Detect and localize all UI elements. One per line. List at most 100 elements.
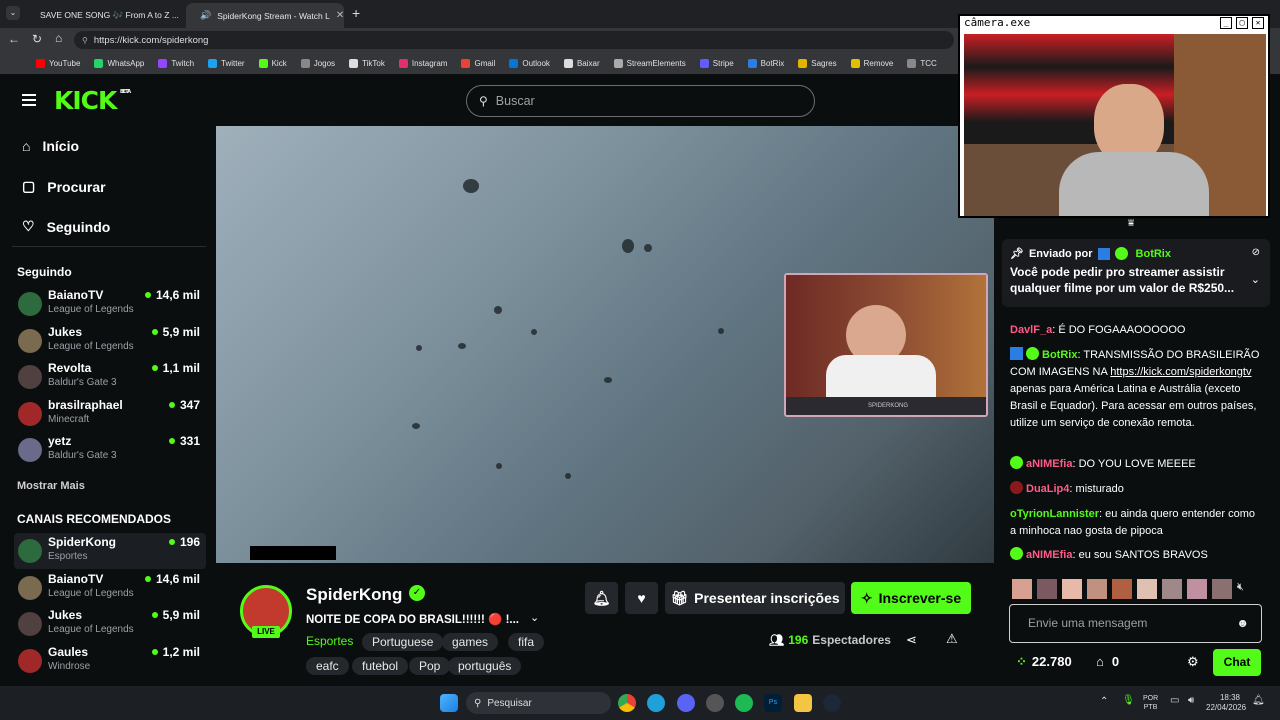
windows-start-icon[interactable]: [440, 694, 458, 712]
chat-username[interactable]: BotRix: [1042, 349, 1077, 361]
channel-name[interactable]: SpiderKong: [306, 585, 402, 605]
channel-item-brasilraphael[interactable]: brasilraphael Minecraft 347: [14, 396, 206, 432]
new-tab-button[interactable]: +: [352, 5, 360, 21]
follow-button[interactable]: ♥: [625, 582, 658, 614]
bookmark-stripe[interactable]: Stripe: [699, 58, 734, 68]
photoshop-icon[interactable]: Ps: [764, 694, 782, 712]
bookmark-streamelements[interactable]: StreamElements: [613, 58, 686, 68]
nav-inicio[interactable]: ⌂ Início: [22, 138, 79, 154]
unpin-icon[interactable]: ⊘: [1252, 247, 1260, 258]
file-explorer-icon[interactable]: [794, 694, 812, 712]
spotify-icon[interactable]: [735, 694, 753, 712]
bookmark-outlook[interactable]: Outlook: [509, 58, 550, 68]
tab-youtube[interactable]: SAVE ONE SONG 🎶 From A to Z ... ✕: [26, 3, 184, 28]
channel-item-jukes[interactable]: Jukes League of Legends 5,9 mil: [14, 606, 206, 642]
url-field[interactable]: ⚲ https://kick.com/spiderkong: [74, 31, 954, 49]
tag-1[interactable]: games: [442, 633, 499, 651]
chat-collapse-icon[interactable]: ⩸: [1128, 218, 1134, 229]
mute-icon[interactable]: 🔇︎: [1237, 579, 1253, 599]
mic-icon[interactable]: 🎙︎: [1122, 695, 1135, 706]
maximize-icon[interactable]: ▢: [1236, 17, 1248, 29]
bookmark-whatsapp[interactable]: WhatsApp: [94, 58, 144, 68]
chat-button[interactable]: Chat: [1213, 649, 1261, 676]
tab-kick[interactable]: 🔊 SpiderKong Stream - Watch L ✕: [186, 3, 344, 28]
bookmark-twitter[interactable]: Twitter: [208, 58, 245, 68]
steam-helper-icon[interactable]: [706, 694, 724, 712]
reload-icon[interactable]: ↻: [32, 32, 42, 46]
gift-subs-button[interactable]: 🎁︎ Presentear inscrições: [665, 582, 845, 614]
tag-0[interactable]: Portuguese: [362, 633, 444, 651]
pinned-message[interactable]: 📌︎ Enviado por BotRix Você pode pedir pr…: [1002, 239, 1270, 307]
steam-icon[interactable]: [823, 694, 841, 712]
chat-input[interactable]: Envie uma mensagem ☻: [1009, 604, 1262, 643]
notifications-icon[interactable]: 🔔︎: [1252, 695, 1265, 706]
camera-window[interactable]: câmera.exe _ ▢ ✕: [958, 14, 1270, 218]
discord-icon[interactable]: [677, 694, 695, 712]
bookmark-tiktok[interactable]: TikTok: [349, 58, 385, 68]
bag-display[interactable]: ⌂ 0: [1096, 653, 1119, 670]
nav-procurar[interactable]: ▢ Procurar: [22, 178, 106, 195]
tag-2[interactable]: fifa: [508, 633, 545, 651]
chat-username[interactable]: DuaLip4: [1026, 483, 1069, 495]
chat-link[interactable]: https://kick.com/spiderkongtv: [1110, 366, 1251, 378]
chat-username[interactable]: aNIMEfia: [1026, 458, 1072, 470]
channel-item-yetz[interactable]: yetz Baldur's Gate 3 331: [14, 432, 206, 468]
bookmark-kick[interactable]: Kick: [258, 58, 287, 68]
menu-icon[interactable]: [22, 94, 36, 106]
bookmark-baixar[interactable]: Baixar: [563, 58, 600, 68]
gear-icon[interactable]: ⚙: [1187, 653, 1199, 670]
bookmark-remove[interactable]: Remove: [850, 58, 893, 68]
tag-3[interactable]: eafc: [306, 657, 349, 675]
back-icon[interactable]: ←: [8, 32, 20, 46]
nav-seguindo[interactable]: ♡ Seguindo: [22, 218, 110, 235]
expand-title-icon[interactable]: ⌄: [530, 611, 539, 624]
minimize-icon[interactable]: _: [1220, 17, 1232, 29]
channel-item-spiderkong[interactable]: SpiderKong Esportes 196: [14, 533, 206, 569]
language-indicator[interactable]: POR PTB: [1143, 694, 1158, 712]
bookmark-instagram[interactable]: Instagram: [398, 58, 447, 68]
volume-icon[interactable]: 🔊︎: [1188, 695, 1194, 706]
channel-item-revolta[interactable]: Revolta Baldur's Gate 3 1,1 mil: [14, 359, 206, 395]
category-link[interactable]: Esportes: [306, 634, 353, 648]
clock[interactable]: 18:38 22/04/2026: [1206, 693, 1246, 713]
share-icon[interactable]: ⋖: [906, 632, 917, 648]
tag-4[interactable]: futebol: [352, 657, 409, 675]
live-dot-icon: [151, 328, 158, 335]
emoji-icon[interactable]: ☻: [1236, 615, 1249, 632]
channel-item-baianotv[interactable]: BaianoTV League of Legends 14,6 mil: [14, 570, 206, 606]
network-icon[interactable]: ▭: [1170, 695, 1179, 706]
bookmark-jogos[interactable]: Jogos: [300, 58, 335, 68]
taskbar-search[interactable]: ⚲ Pesquisar: [466, 692, 611, 714]
bookmark-twitch[interactable]: Twitch: [158, 58, 194, 68]
tag-5[interactable]: Pop: [409, 657, 451, 675]
notification-button[interactable]: 🔔︎: [585, 582, 618, 614]
bookmark-tcc[interactable]: TCC: [907, 58, 937, 68]
chevron-down-icon[interactable]: ⌄: [1251, 273, 1260, 286]
chat-username[interactable]: aNIMEfia: [1026, 549, 1072, 561]
close-icon[interactable]: ✕: [1252, 17, 1264, 29]
bookmark-botrix[interactable]: BotRix: [747, 58, 784, 68]
tray-chevron-icon[interactable]: ⌃: [1100, 696, 1108, 707]
channel-item-jukes[interactable]: Jukes League of Legends 5,9 mil: [14, 323, 206, 359]
bookmark-sagres[interactable]: Sagres: [798, 58, 837, 68]
channel-item-baianotv[interactable]: BaianoTV League of Legends 14,6 mil: [14, 286, 206, 322]
tag-6[interactable]: português: [448, 657, 522, 675]
tab-list-button[interactable]: ⌄: [6, 6, 20, 20]
channel-item-gaules[interactable]: Gaules Windrose 1,2 mil: [14, 643, 206, 679]
show-more-link[interactable]: Mostrar Mais: [17, 480, 85, 492]
edge-icon[interactable]: [647, 694, 665, 712]
home-icon[interactable]: ⌂: [55, 31, 62, 45]
chrome-icon[interactable]: [618, 694, 636, 712]
chat-username[interactable]: oTyrionLannister: [1010, 508, 1099, 520]
search-input[interactable]: ⚲ Buscar: [466, 85, 815, 117]
emote-strip[interactable]: 🔇︎: [1012, 579, 1260, 599]
subscribe-button[interactable]: ✧ Inscrever-se: [851, 582, 971, 614]
chat-username[interactable]: DavlF_a: [1010, 324, 1052, 336]
close-tab-icon[interactable]: ✕: [336, 10, 344, 21]
kick-logo[interactable]: KICK BETA: [54, 86, 131, 115]
points-display[interactable]: ⁘ 22.780: [1016, 653, 1072, 670]
site-info-icon[interactable]: ⚲: [82, 36, 88, 45]
bookmark-gmail[interactable]: Gmail: [461, 58, 495, 68]
bookmark-youtube[interactable]: YouTube: [36, 58, 80, 68]
report-icon[interactable]: ⚠: [946, 631, 958, 647]
